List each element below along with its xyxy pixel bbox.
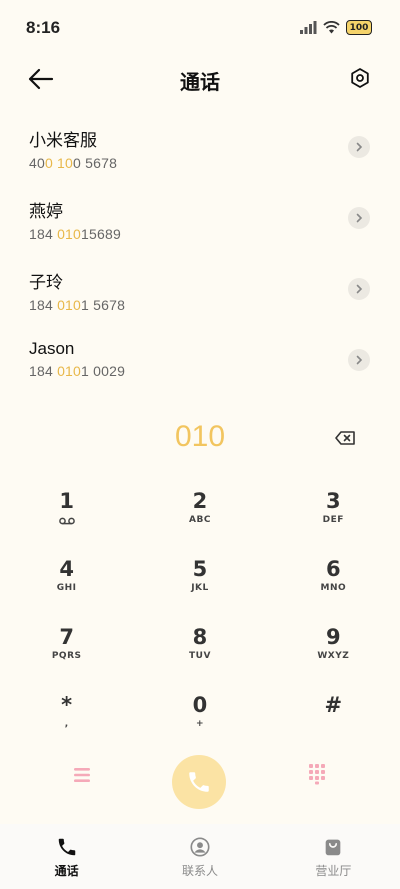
- shop-bag-icon: [325, 839, 341, 856]
- phone-icon: [189, 772, 209, 792]
- dialpad-icon[interactable]: [308, 763, 326, 785]
- key-star[interactable]: * ,: [0, 692, 133, 760]
- key-1[interactable]: 1: [0, 488, 133, 556]
- contact-number: 184 0101 5678: [29, 297, 126, 313]
- keypad: 1 2 ABC 3 DEF 4 GHI 5 JKL 6 MNO 7 PQRS 8…: [0, 488, 400, 760]
- dial-display: 010: [0, 418, 400, 462]
- key-4[interactable]: 4 GHI: [0, 556, 133, 624]
- contact-name: Jason: [29, 339, 75, 358]
- key-5[interactable]: 5 JKL: [133, 556, 266, 624]
- call-button[interactable]: [172, 755, 226, 809]
- menu-icon[interactable]: [72, 765, 92, 785]
- contact-number: 184 01015689: [29, 226, 121, 242]
- tab-bar: 通话 联系人 营业厅: [0, 824, 400, 889]
- key-hash[interactable]: #: [267, 692, 400, 760]
- contact-name: 燕婷: [29, 202, 63, 221]
- phone-icon: [58, 838, 75, 856]
- contact-item[interactable]: Jason 184 0101 0029: [0, 331, 400, 402]
- backspace-icon[interactable]: [334, 430, 356, 446]
- tab-label: 通话: [54, 864, 79, 878]
- tab-calls[interactable]: 通话: [0, 824, 133, 889]
- status-time: 8:16: [26, 18, 61, 37]
- contact-name: 小米客服: [29, 131, 97, 150]
- contact-number: 184 0101 0029: [29, 363, 126, 379]
- tab-label: 营业厅: [315, 864, 352, 878]
- key-7[interactable]: 7 PQRS: [0, 624, 133, 692]
- voicemail-icon: [58, 517, 75, 525]
- action-row: [0, 755, 400, 809]
- status-icons: 100: [299, 20, 372, 35]
- contact-item[interactable]: 小米客服 400 100 5678: [0, 118, 400, 189]
- key-6[interactable]: 6 MNO: [267, 556, 400, 624]
- battery-icon: 100: [346, 20, 372, 35]
- status-bar: 8:16 100: [0, 0, 400, 56]
- key-8[interactable]: 8 TUV: [133, 624, 266, 692]
- contact-name: 子玲: [29, 273, 63, 292]
- chevron-right-icon[interactable]: [348, 136, 370, 158]
- contact-icon: [190, 837, 210, 857]
- page-title: 通话: [180, 72, 220, 94]
- key-9[interactable]: 9 WXYZ: [267, 624, 400, 692]
- contact-item[interactable]: 子玲 184 0101 5678: [0, 260, 400, 331]
- chevron-right-icon[interactable]: [348, 349, 370, 371]
- signal-icon: [300, 21, 317, 34]
- header: 通话: [0, 56, 400, 102]
- tab-contacts[interactable]: 联系人: [133, 824, 266, 889]
- key-3[interactable]: 3 DEF: [267, 488, 400, 556]
- contact-number: 400 100 5678: [29, 155, 118, 171]
- tab-label: 联系人: [181, 864, 218, 878]
- chevron-right-icon[interactable]: [348, 278, 370, 300]
- contact-item[interactable]: 燕婷 184 01015689: [0, 189, 400, 260]
- key-0[interactable]: 0 +: [133, 692, 266, 760]
- contact-list: 小米客服 400 100 5678 燕婷 184 01015689 子玲 184…: [0, 118, 400, 402]
- chevron-right-icon[interactable]: [348, 207, 370, 229]
- settings-gear-icon[interactable]: [348, 66, 372, 90]
- wifi-icon: [323, 21, 340, 34]
- tab-service-hall[interactable]: 营业厅: [267, 824, 400, 889]
- key-2[interactable]: 2 ABC: [133, 488, 266, 556]
